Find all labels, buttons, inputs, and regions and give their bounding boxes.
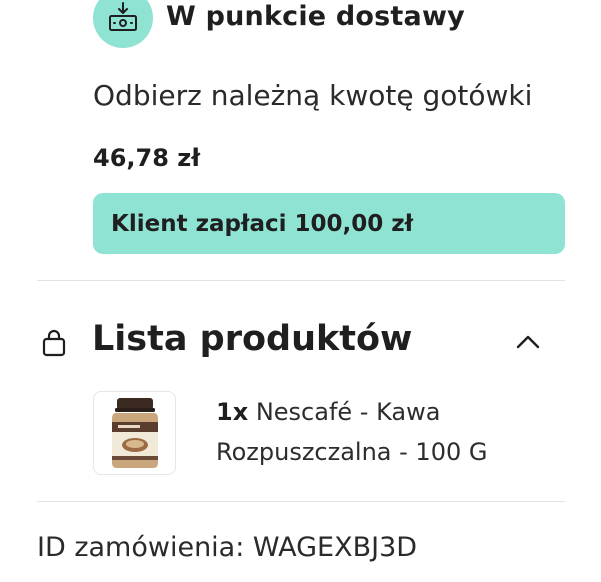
product-name-line1: 1x Nescafé - Kawa: [216, 398, 440, 426]
cash-download-icon: [93, 0, 153, 48]
payment-method-title: W punkcie dostawy: [166, 1, 465, 32]
amount-due: 46,78 zł: [93, 144, 201, 172]
section-divider: [37, 280, 565, 281]
client-pays-banner: Klient zapłaci 100,00 zł: [93, 193, 565, 254]
chevron-up-icon: [516, 335, 540, 349]
collapse-products-button[interactable]: [510, 326, 546, 358]
section-divider: [37, 501, 565, 502]
product-quantity: 1x: [216, 398, 249, 426]
collect-cash-instruction: Odbierz należną kwotę gotówki: [93, 79, 533, 112]
product-name-line2: Rozpuszczalna - 100 G: [216, 438, 488, 466]
order-id: ID zamówienia: WAGEXBJ3D: [37, 532, 418, 563]
shopping-bag-icon: [41, 329, 67, 357]
product-list-title: Lista produktów: [92, 319, 413, 359]
client-pays-text: Klient zapłaci 100,00 zł: [111, 210, 414, 237]
product-image: [93, 391, 176, 475]
product-name-part1: Nescafé - Kawa: [255, 398, 441, 426]
